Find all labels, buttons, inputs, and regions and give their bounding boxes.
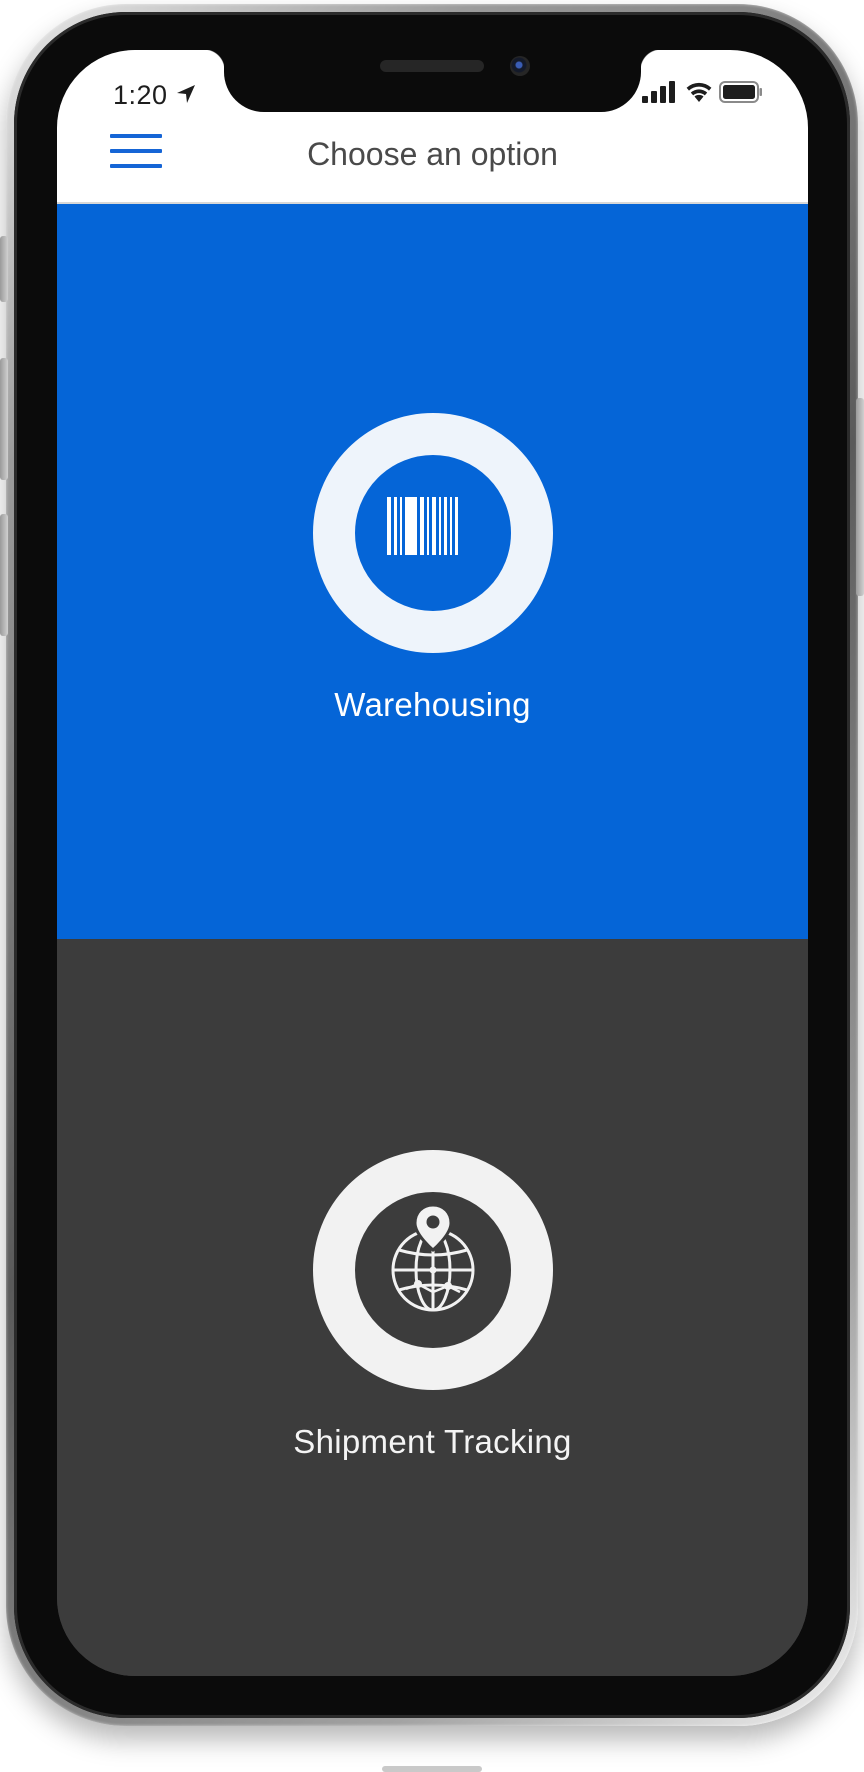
globe-location-icon: [391, 1204, 475, 1312]
shipment-tracking-icon-badge: [313, 1150, 553, 1390]
status-time: 1:20: [113, 80, 168, 110]
phone-screen: 1:20 Choose an option Warehousing Shipme…: [57, 50, 808, 1676]
wifi-icon: [686, 82, 712, 102]
app-header: 1:20 Choose an option: [57, 50, 808, 204]
shipment-tracking-option[interactable]: Shipment Tracking: [57, 939, 808, 1676]
side-button: [856, 398, 864, 596]
front-camera: [510, 56, 530, 76]
cellular-signal-icon: [642, 81, 675, 103]
volume-up-button: [0, 358, 8, 480]
location-arrow-icon: [177, 85, 195, 103]
page-title: Choose an option: [307, 136, 558, 172]
mute-switch: [0, 236, 8, 302]
warehousing-label: Warehousing: [334, 686, 531, 723]
speaker-grille: [380, 60, 484, 72]
warehousing-icon-badge: [313, 413, 553, 653]
shipment-tracking-label: Shipment Tracking: [293, 1423, 572, 1460]
volume-down-button: [0, 514, 8, 636]
home-indicator: [382, 1766, 482, 1772]
battery-icon: [719, 81, 762, 103]
warehousing-option[interactable]: Warehousing: [57, 204, 808, 939]
barcode-icon: [387, 497, 458, 555]
notch: [204, 50, 661, 112]
